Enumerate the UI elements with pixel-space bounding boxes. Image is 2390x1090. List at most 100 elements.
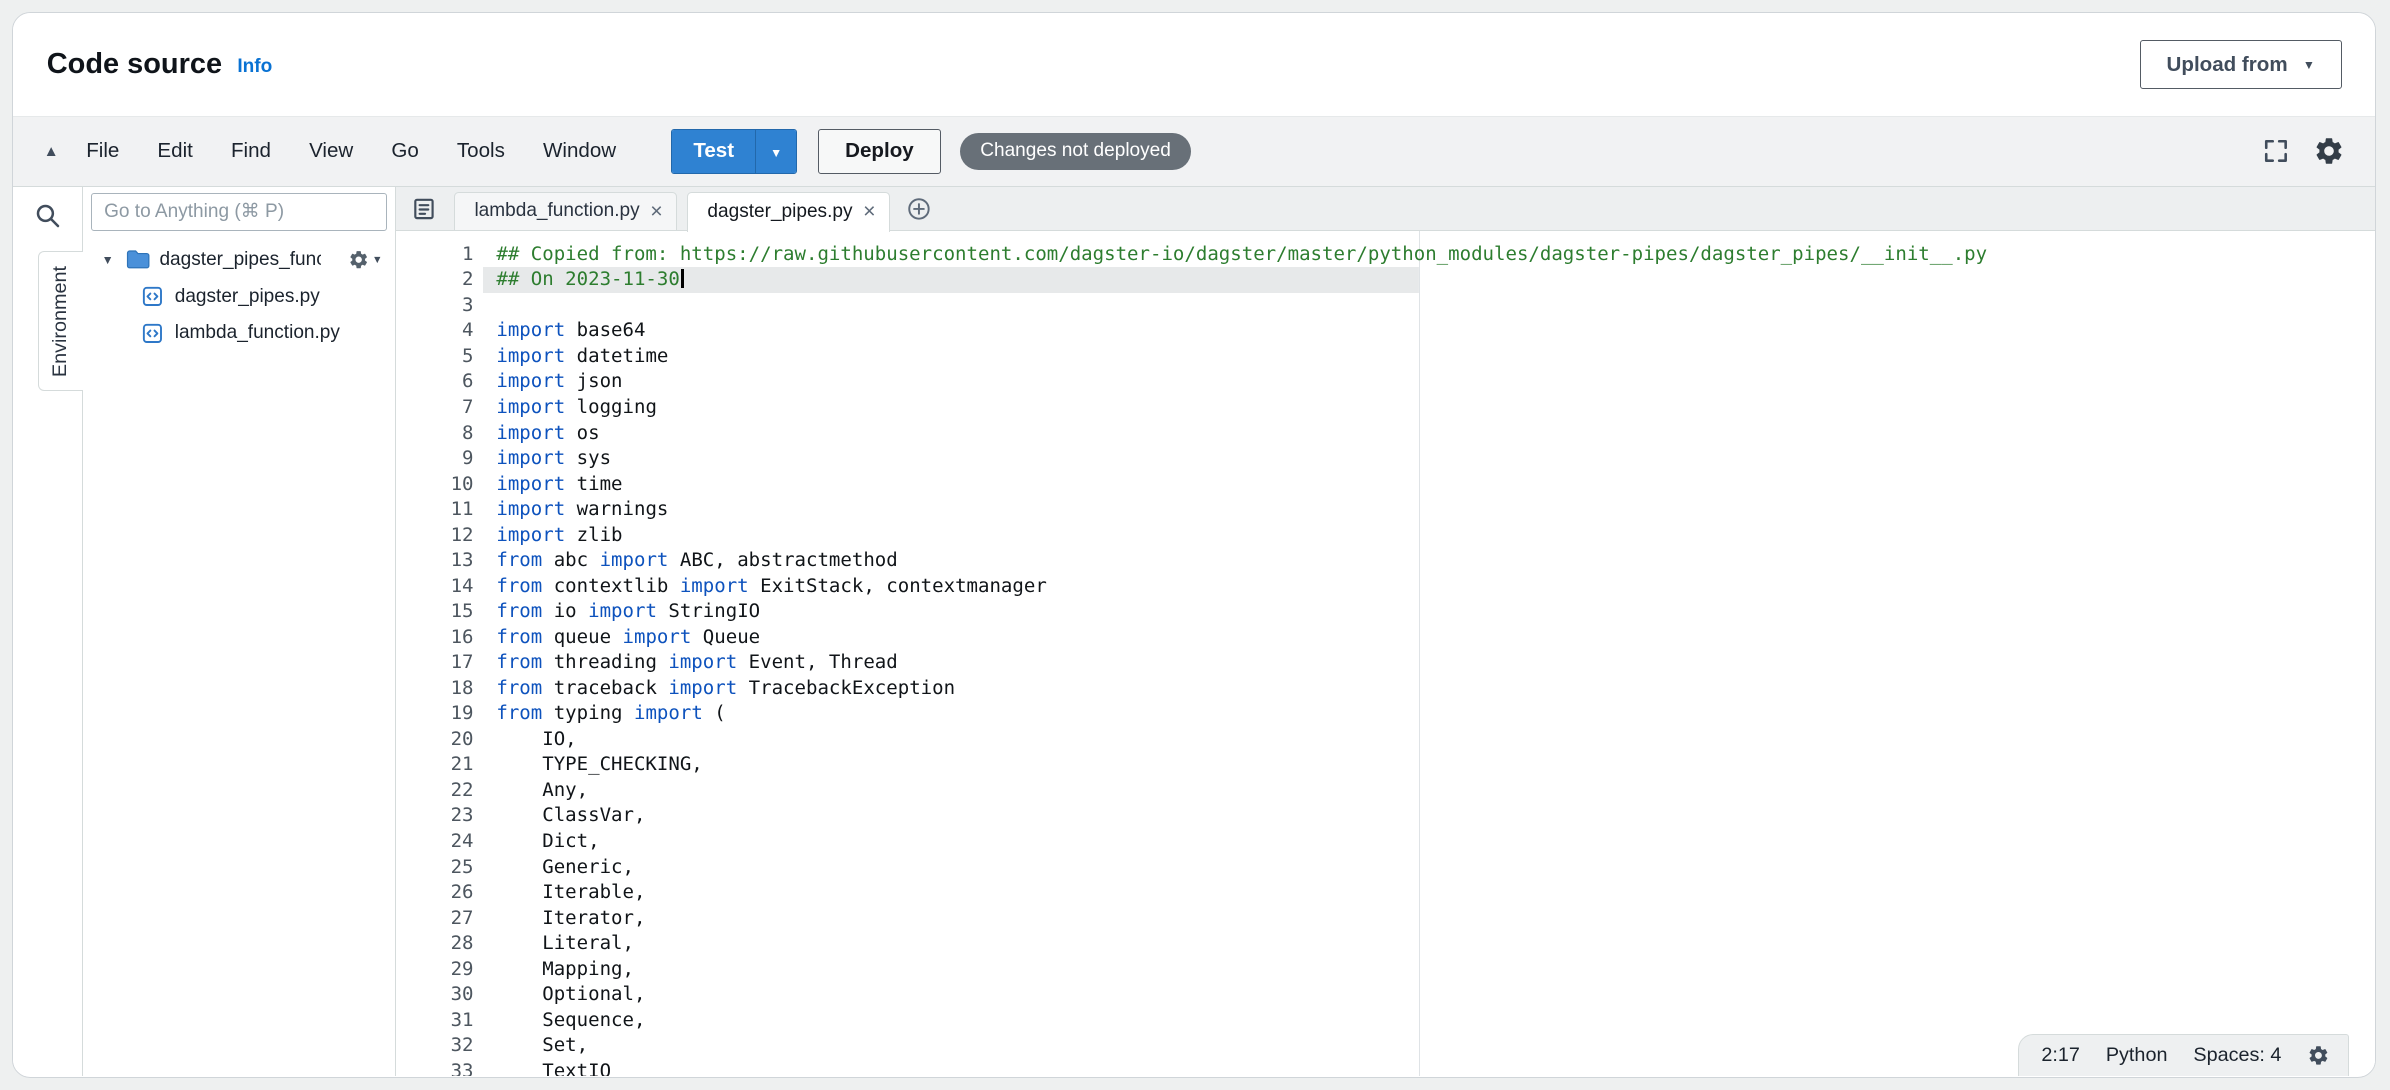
file-tree: ▼ dagster_pipes_function ▼ dagster_pipes… <box>83 242 394 352</box>
line-number[interactable]: 24 <box>396 829 474 855</box>
line-number[interactable]: 14 <box>396 574 474 600</box>
line-number[interactable]: 18 <box>396 676 474 702</box>
editor-tab-dagster_pipes.py[interactable]: dagster_pipes.py× <box>687 192 891 232</box>
tab-label: lambda_function.py <box>474 200 639 222</box>
code-line-28: 28 Literal, <box>396 931 2376 957</box>
line-number[interactable]: 4 <box>396 318 474 344</box>
menu-find[interactable]: Find <box>225 133 277 169</box>
line-number[interactable]: 13 <box>396 548 474 574</box>
close-tab-icon[interactable]: × <box>863 201 875 222</box>
line-number[interactable]: 19 <box>396 701 474 727</box>
line-text: ## On 2023-11-30 <box>474 267 2376 293</box>
line-text: Iterator, <box>474 906 2376 932</box>
deploy-button[interactable]: Deploy <box>818 129 940 175</box>
menu-tools[interactable]: Tools <box>451 133 511 169</box>
tab-list-icon[interactable] <box>411 196 437 222</box>
code-editor[interactable]: 1## Copied from: https://raw.githubuserc… <box>396 231 2376 1075</box>
code-line-15: 15from io import StringIO <box>396 599 2376 625</box>
disclosure-triangle-icon[interactable]: ▼ <box>102 253 117 267</box>
line-number[interactable]: 32 <box>396 1033 474 1059</box>
line-number[interactable]: 16 <box>396 625 474 651</box>
line-number[interactable]: 9 <box>396 446 474 472</box>
goto-anything-input[interactable] <box>91 193 387 231</box>
tabs-holder: lambda_function.py×dagster_pipes.py× <box>445 187 891 230</box>
chevron-down-icon: ▼ <box>2303 58 2315 72</box>
code-line-23: 23 ClassVar, <box>396 803 2376 829</box>
editor-status-bar: 2:17 Python Spaces: 4 <box>2018 1034 2350 1075</box>
menu-list: File Edit Find View Go Tools Window <box>80 133 622 169</box>
main-content: Environment ▼ dagster_pipes_function <box>13 187 2375 1076</box>
line-number[interactable]: 29 <box>396 957 474 983</box>
line-number[interactable]: 22 <box>396 778 474 804</box>
line-number[interactable]: 27 <box>396 906 474 932</box>
line-number[interactable]: 12 <box>396 523 474 549</box>
menu-go[interactable]: Go <box>385 133 425 169</box>
chevron-down-icon: ▼ <box>372 254 383 266</box>
line-number[interactable]: 5 <box>396 344 474 370</box>
environment-tab-label: Environment <box>49 266 72 377</box>
line-number[interactable]: 2 <box>396 267 474 293</box>
test-dropdown-button[interactable]: ▼ <box>755 130 795 174</box>
tree-folder-row[interactable]: ▼ dagster_pipes_function ▼ <box>83 242 394 279</box>
environment-tab[interactable]: Environment <box>38 251 84 392</box>
menu-edit[interactable]: Edit <box>151 133 199 169</box>
tree-file-lambda_function.py[interactable]: lambda_function.py <box>83 315 394 352</box>
line-number[interactable]: 7 <box>396 395 474 421</box>
code-line-6: 6import json <box>396 369 2376 395</box>
cursor-position[interactable]: 2:17 <box>2041 1044 2080 1067</box>
editor-tabbar: lambda_function.py×dagster_pipes.py× <box>396 187 2376 231</box>
line-text: Generic, <box>474 855 2376 881</box>
line-number[interactable]: 23 <box>396 803 474 829</box>
settings-gear-icon[interactable] <box>2313 135 2345 167</box>
spaces-setting[interactable]: Spaces: 4 <box>2193 1044 2281 1067</box>
code-line-11: 11import warnings <box>396 497 2376 523</box>
fullscreen-icon[interactable] <box>2263 138 2289 164</box>
file-tree-panel: ▼ dagster_pipes_function ▼ dagster_pipes… <box>83 187 395 1076</box>
line-number[interactable]: 25 <box>396 855 474 881</box>
code-line-19: 19from typing import ( <box>396 701 2376 727</box>
line-number[interactable]: 1 <box>396 242 474 268</box>
tree-file-dagster_pipes.py[interactable]: dagster_pipes.py <box>83 278 394 315</box>
line-text <box>474 293 2376 319</box>
line-number[interactable]: 3 <box>396 293 474 319</box>
line-number[interactable]: 30 <box>396 982 474 1008</box>
line-number[interactable]: 28 <box>396 931 474 957</box>
menu-file[interactable]: File <box>80 133 125 169</box>
line-number[interactable]: 10 <box>396 472 474 498</box>
search-icon[interactable] <box>34 202 61 229</box>
line-text: import warnings <box>474 497 2376 523</box>
code-line-26: 26 Iterable, <box>396 880 2376 906</box>
menu-window[interactable]: Window <box>537 133 622 169</box>
collapse-panel-icon[interactable]: ▲ <box>44 143 59 160</box>
line-number[interactable]: 8 <box>396 421 474 447</box>
close-tab-icon[interactable]: × <box>650 201 662 222</box>
line-number[interactable]: 31 <box>396 1008 474 1034</box>
editor-tab-lambda_function.py[interactable]: lambda_function.py × <box>454 192 678 231</box>
line-number[interactable]: 15 <box>396 599 474 625</box>
line-number[interactable]: 21 <box>396 752 474 778</box>
code-line-9: 9import sys <box>396 446 2376 472</box>
code-line-14: 14from contextlib import ExitStack, cont… <box>396 574 2376 600</box>
editor-settings-gear-icon[interactable] <box>2307 1044 2330 1067</box>
code-line-16: 16from queue import Queue <box>396 625 2376 651</box>
upload-from-button[interactable]: Upload from ▼ <box>2140 40 2342 89</box>
line-number[interactable]: 26 <box>396 880 474 906</box>
language-mode[interactable]: Python <box>2106 1044 2168 1067</box>
line-number[interactable]: 6 <box>396 369 474 395</box>
line-number[interactable]: 11 <box>396 497 474 523</box>
new-tab-icon[interactable] <box>906 196 932 222</box>
info-link[interactable]: Info <box>237 56 272 78</box>
line-text: TYPE_CHECKING, <box>474 752 2376 778</box>
line-number[interactable]: 20 <box>396 727 474 753</box>
project-settings-gear-icon[interactable]: ▼ <box>348 249 383 270</box>
menu-view[interactable]: View <box>303 133 359 169</box>
line-text: from threading import Event, Thread <box>474 650 2376 676</box>
line-text: Any, <box>474 778 2376 804</box>
file-name: dagster_pipes.py <box>175 286 320 308</box>
line-text: IO, <box>474 727 2376 753</box>
code-line-7: 7import logging <box>396 395 2376 421</box>
test-button[interactable]: Test <box>672 130 755 174</box>
line-number[interactable]: 33 <box>396 1059 474 1076</box>
line-number[interactable]: 17 <box>396 650 474 676</box>
code-line-10: 10import time <box>396 472 2376 498</box>
